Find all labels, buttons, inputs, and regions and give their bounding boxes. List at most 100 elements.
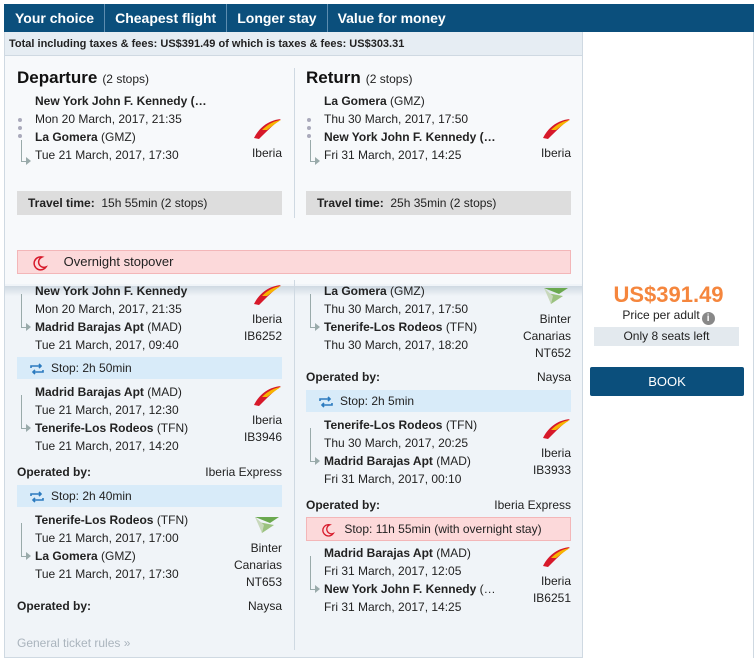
connector-arrow-icon (310, 428, 320, 465)
airline-iberia: Iberia (237, 118, 282, 162)
destination-city: New York John F. Kennedy (… (324, 580, 496, 598)
destination-city: La Gomera (GMZ) (35, 128, 207, 146)
flight-number: IB6251 (532, 591, 571, 605)
destination-city: Madrid Barajas Apt (MAD) (35, 318, 187, 336)
destination-city: La Gomera (GMZ) (35, 547, 188, 565)
flight-number: NT652 (534, 346, 571, 360)
price-per-adult: Price per adult i (583, 308, 754, 325)
departure-datetime: Thu 30 March, 2017, 17:50 (324, 302, 469, 316)
return-summary-segment: La Gomera (GMZ) Thu 30 March, 2017, 17:5… (324, 92, 496, 164)
airline-iberia: Iberia (526, 118, 571, 162)
overnight-stop-banner: Stop: 11h 55min (with overnight stay) (306, 517, 571, 541)
departure-datetime: Mon 20 March, 2017, 21:35 (35, 302, 182, 316)
return-segment-2: Tenerife-Los Rodeos (TFN) Thu 30 March, … (324, 416, 477, 488)
airport-code: (GMZ) (390, 94, 425, 108)
price-panel: US$391.49 Price per adult i Only 8 seats … (583, 32, 754, 658)
connector-arrow-icon (310, 140, 320, 165)
arrival-datetime: Tue 21 March, 2017, 14:20 (35, 439, 179, 453)
city-name: Tenerife-Los Rodeos (35, 513, 154, 527)
return-segment-1: La Gomera (GMZ) Thu 30 March, 2017, 17:5… (324, 282, 477, 354)
dots-icon (307, 118, 311, 142)
trip-summary[interactable]: Departure (2 stops) New York John F. Kenn… (5, 56, 582, 284)
stop-duration: Stop: 11h 55min (344, 522, 431, 536)
info-icon[interactable]: i (701, 312, 715, 325)
airline-name-line2: Canarias (522, 329, 571, 343)
origin-city: Tenerife-Los Rodeos (TFN) (324, 416, 477, 434)
operator-name: Iberia Express (494, 498, 571, 512)
stop-banner: Stop: 2h 5min (306, 390, 571, 412)
flight-number: IB3946 (243, 430, 282, 444)
iberia-logo-icon (254, 285, 281, 305)
airport-code: (MAD) (436, 546, 471, 560)
tab-longer-stay[interactable]: Longer stay (227, 4, 328, 32)
airline-iberia: Iberia IB6252 (237, 284, 282, 345)
airline-name: Binter (539, 312, 571, 326)
moon-icon (33, 255, 48, 271)
price-per-adult-label: Price per adult (622, 308, 700, 322)
stop-duration: Stop: 2h 50min (51, 361, 132, 375)
arrival-datetime: Tue 21 March, 2017, 09:40 (35, 338, 179, 352)
iberia-logo-icon (254, 119, 281, 139)
origin-city: La Gomera (GMZ) (324, 282, 477, 300)
sort-tabs: Your choice Cheapest flight Longer stay … (4, 4, 754, 32)
connector-arrow-icon (21, 395, 31, 432)
layover-cycle-icon (30, 363, 44, 375)
airport-code: (MAD) (147, 320, 182, 334)
general-ticket-rules-link[interactable]: General ticket rules » (17, 636, 130, 650)
arrival-datetime: Tue 21 March, 2017, 17:30 (35, 148, 179, 162)
flight-number: NT653 (245, 575, 282, 589)
moon-icon (322, 523, 335, 537)
flight-number: IB6252 (243, 329, 282, 343)
origin-city: Tenerife-Los Rodeos (TFN) (35, 511, 188, 529)
connector-arrow-icon (21, 294, 31, 331)
city-name: Tenerife-Los Rodeos (324, 418, 443, 432)
airline-name: Iberia (251, 312, 282, 326)
city-name: Madrid Barajas Apt (35, 320, 144, 334)
origin-city: New York John F. Kennedy (35, 284, 188, 298)
airport-code: (GMZ) (390, 284, 425, 298)
layover-cycle-icon (30, 491, 44, 503)
operated-by-label: Operated by: (17, 599, 92, 613)
city-name: La Gomera (35, 549, 98, 563)
airline-iberia: Iberia IB3946 (237, 385, 282, 446)
return-heading: Return (2 stops) (306, 68, 412, 88)
city-name: Tenerife-Los Rodeos (324, 320, 443, 334)
price-total: US$391.49 (613, 282, 724, 307)
operated-by-label: Operated by: (306, 370, 381, 384)
binter-logo-icon (544, 288, 568, 304)
city-name: La Gomera (324, 284, 387, 298)
operated-by-label: Operated by: (306, 498, 381, 512)
origin-city: La Gomera (GMZ) (324, 92, 496, 110)
city-name: Madrid Barajas Apt (35, 385, 144, 399)
stop-duration: Stop: 2h 5min (340, 394, 415, 408)
travel-time-value: 25h 35min (2 stops) (390, 196, 497, 210)
operator-name: Naysa (536, 370, 571, 384)
book-button[interactable]: BOOK (590, 367, 744, 396)
itinerary-panel: Total including taxes & fees: US$391.49 … (4, 32, 583, 658)
dots-icon (18, 118, 22, 142)
airport-code: (MAD) (436, 454, 471, 468)
stop-banner: Stop: 2h 50min (17, 357, 282, 379)
tab-value-for-money[interactable]: Value for money (328, 4, 456, 32)
travel-time-label: Travel time: (317, 196, 384, 210)
city-name: La Gomera (324, 94, 387, 108)
operated-by-label: Operated by: (17, 465, 92, 479)
airline-name: Iberia (540, 574, 571, 588)
city-name: Tenerife-Los Rodeos (35, 421, 154, 435)
return-stops: (2 stops) (365, 72, 413, 86)
city-name: New York John F. Kennedy (324, 582, 477, 596)
overnight-stopover-banner: Overnight stopover (17, 250, 571, 274)
tab-cheapest-flight[interactable]: Cheapest flight (105, 4, 228, 32)
departure-stops: (2 stops) (102, 72, 149, 86)
outbound-segment-1: New York John F. Kennedy Mon 20 March, 2… (35, 282, 187, 354)
arrival-datetime: Tue 21 March, 2017, 17:30 (35, 567, 179, 581)
iberia-logo-icon (254, 386, 281, 406)
tab-your-choice[interactable]: Your choice (4, 4, 106, 32)
airport-code: (MAD) (147, 385, 182, 399)
overnight-text: Overnight stopover (63, 254, 174, 269)
city-name: Madrid Barajas Apt (324, 454, 433, 468)
airport-code: (GMZ) (101, 549, 136, 563)
arrival-datetime: Fri 31 March, 2017, 14:25 (324, 148, 462, 162)
departure-title: Departure (17, 68, 98, 87)
arrival-datetime: Thu 30 March, 2017, 18:20 (324, 338, 469, 352)
